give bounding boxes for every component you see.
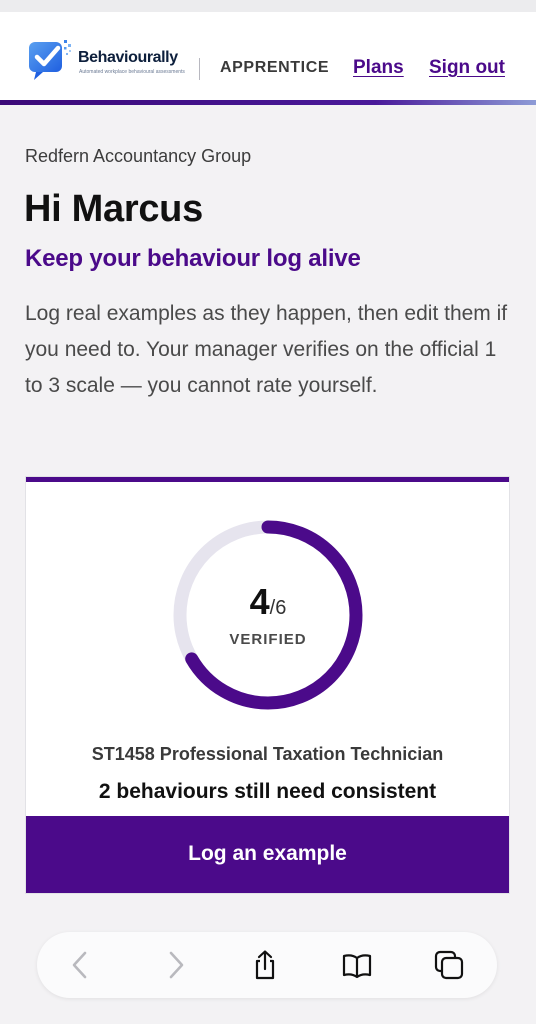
page-subheading: Keep your behaviour log alive (25, 245, 361, 272)
verified-label: VERIFIED (229, 631, 307, 648)
plans-link[interactable]: Plans (353, 57, 404, 79)
behaviourally-logo-icon (29, 40, 71, 80)
back-button[interactable] (61, 946, 101, 984)
forward-icon (169, 951, 184, 979)
app-header: Behaviourally Automated workplace behavi… (0, 12, 536, 102)
bookmarks-icon (342, 954, 372, 979)
brand-tagline: Automated workplace behavioural assessme… (79, 69, 185, 75)
browser-toolbar (37, 932, 497, 998)
progress-readout: 4/6 VERIFIED (170, 517, 366, 713)
back-icon (72, 951, 87, 979)
share-icon (255, 950, 275, 980)
role-label: APPRENTICE (220, 59, 330, 76)
status-strip (0, 0, 536, 12)
progress-card: 4/6 VERIFIED ST1458 Professional Taxatio… (26, 477, 509, 893)
total-count: /6 (269, 597, 287, 619)
forward-button[interactable] (155, 946, 195, 984)
tabs-button[interactable] (429, 946, 469, 984)
sign-out-link[interactable]: Sign out (429, 57, 505, 79)
intro-text: Log real examples as they happen, then e… (25, 302, 508, 397)
log-example-button[interactable]: Log an example (26, 816, 509, 893)
bookmarks-button[interactable] (337, 946, 377, 984)
header-accent-bar (0, 100, 536, 105)
pending-behaviours-message: 2 behaviours still need consistent (98, 780, 437, 803)
standard-name: ST1458 Professional Taxation Technician (91, 744, 444, 764)
share-button[interactable] (245, 946, 285, 984)
tabs-icon (434, 950, 464, 980)
header-divider (199, 58, 200, 80)
page-title: Hi Marcus (24, 188, 203, 230)
verified-count: 4/6 (249, 581, 287, 622)
organisation-name: Redfern Accountancy Group (25, 146, 252, 166)
brand-name: Behaviourally (78, 49, 178, 66)
